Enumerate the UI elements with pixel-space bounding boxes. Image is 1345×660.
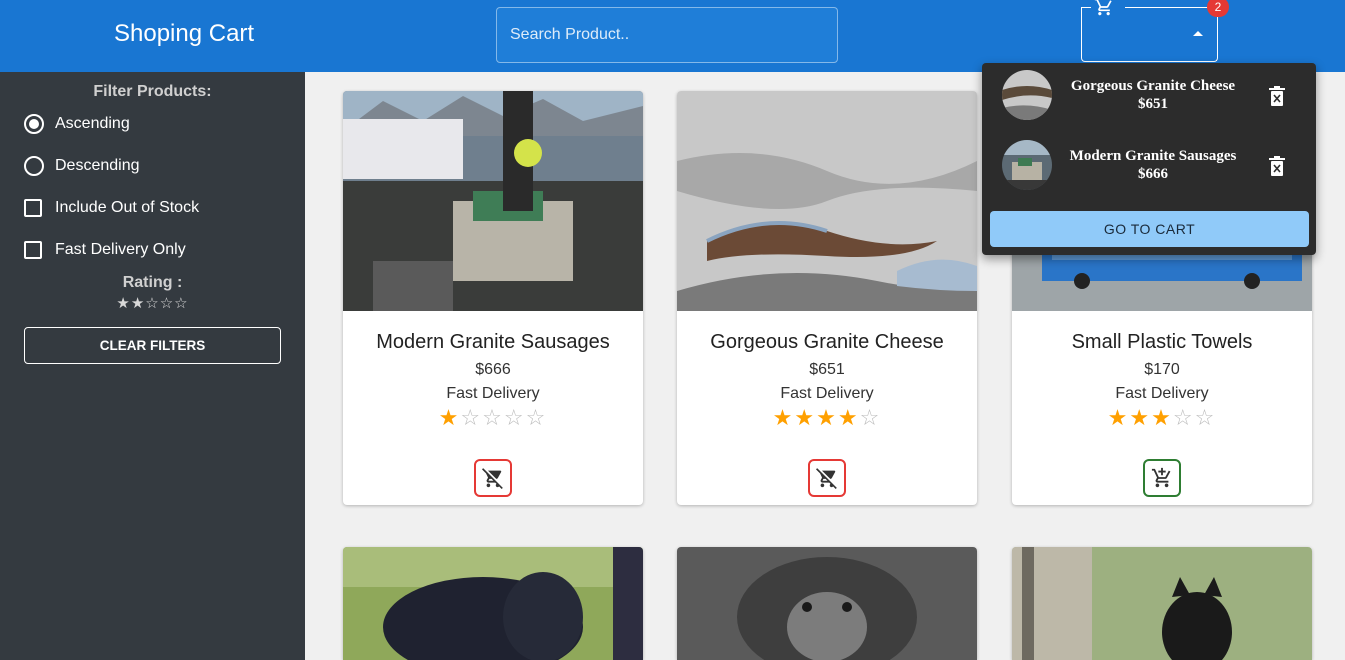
checkbox-out-of-stock[interactable] (24, 199, 42, 217)
star-empty-icon: ☆ (525, 405, 548, 430)
sort-descending-option[interactable]: Descending (24, 156, 140, 176)
product-image (343, 547, 643, 660)
star-filled-icon: ★ (816, 405, 838, 430)
product-rating: ★★★★☆ (677, 405, 977, 431)
product-card (343, 547, 643, 660)
cart-item: Gorgeous Granite Cheese $651 (982, 63, 1316, 123)
product-card (1012, 547, 1312, 660)
option-label: Include Out of Stock (55, 199, 200, 216)
add-shopping-cart-icon (1151, 467, 1171, 488)
product-delivery: Fast Delivery (446, 385, 540, 402)
app-header: Shoping Cart 2 (0, 0, 1345, 72)
shopping-cart-icon (1094, 0, 1112, 16)
cart-select-border (1081, 7, 1091, 8)
cart-item-thumbnail (1002, 140, 1052, 190)
radio-descending[interactable] (24, 156, 44, 176)
cart-item: Modern Granite Sausages $666 (982, 133, 1316, 193)
star-empty-icon: ☆ (1194, 405, 1217, 430)
radio-selected-dot (29, 119, 39, 129)
remove-from-cart-button[interactable] (474, 459, 512, 497)
search-box[interactable] (496, 7, 838, 63)
option-label: Descending (55, 157, 140, 174)
star-empty-icon[interactable]: ☆ (174, 295, 188, 312)
star-empty-icon: ☆ (460, 405, 483, 430)
product-price: $666 (475, 361, 511, 378)
star-empty-icon[interactable]: ☆ (145, 295, 159, 312)
include-out-of-stock-option[interactable]: Include Out of Stock (24, 198, 199, 218)
search-input[interactable] (497, 8, 837, 62)
product-image (677, 547, 977, 660)
star-empty-icon: ☆ (1172, 405, 1195, 430)
star-empty-icon: ☆ (482, 405, 504, 430)
rating-filter-stars[interactable]: ★★☆☆☆ (0, 294, 305, 312)
star-filled-icon: ★ (1151, 405, 1173, 430)
cart-item-thumbnail (1002, 70, 1052, 120)
filter-title: Filter Products: (93, 83, 212, 100)
star-filled-icon: ★ (837, 405, 860, 430)
star-filled-icon: ★ (794, 405, 817, 430)
clear-filters-button[interactable]: CLEAR FILTERS (24, 327, 281, 364)
cart-item-price: $651 (1138, 96, 1168, 112)
star-filled-icon: ★ (1107, 405, 1130, 430)
star-filled-icon: ★ (1129, 405, 1152, 430)
app-title[interactable]: Shoping Cart (114, 20, 254, 48)
product-rating: ★★★☆☆ (1012, 405, 1312, 431)
delete-icon[interactable] (1269, 86, 1285, 106)
cart-item-name: Modern Granite Sausages (1069, 148, 1237, 164)
remove-shopping-cart-icon (482, 468, 503, 489)
product-price: $651 (809, 361, 845, 378)
radio-ascending[interactable] (24, 114, 44, 134)
delete-icon[interactable] (1269, 156, 1285, 176)
product-card (677, 547, 977, 660)
product-name: Modern Granite Sausages (376, 331, 610, 353)
remove-shopping-cart-icon (816, 468, 837, 489)
product-image (343, 91, 643, 311)
star-filled-icon[interactable]: ★ (131, 295, 145, 312)
cart-select-border (1125, 7, 1218, 8)
go-to-cart-button[interactable]: GO TO CART (990, 211, 1309, 247)
cart-dropdown: Gorgeous Granite Cheese $651 Modern Gran… (982, 63, 1316, 255)
filter-sidebar: Filter Products: Ascending Descending In… (0, 72, 305, 660)
product-card: Modern Granite Sausages $666 Fast Delive… (343, 91, 643, 505)
add-to-cart-button[interactable] (1143, 459, 1181, 497)
product-delivery: Fast Delivery (780, 385, 874, 402)
star-empty-icon: ☆ (503, 405, 526, 430)
cart-count-badge: 2 (1207, 0, 1229, 17)
product-name: Small Plastic Towels (1071, 331, 1253, 353)
remove-from-cart-button[interactable] (808, 459, 846, 497)
cart-item-name: Gorgeous Granite Cheese (1070, 78, 1236, 94)
product-card: Gorgeous Granite Cheese $651 Fast Delive… (677, 91, 977, 505)
rating-label: Rating : (122, 274, 183, 291)
product-name: Gorgeous Granite Cheese (710, 331, 944, 353)
product-delivery: Fast Delivery (1115, 385, 1209, 402)
product-rating: ★☆☆☆☆ (343, 405, 643, 431)
star-filled-icon: ★ (772, 405, 795, 430)
product-image (1012, 547, 1312, 660)
star-filled-icon: ★ (438, 405, 461, 430)
checkbox-fast-delivery[interactable] (24, 241, 42, 259)
cart-item-price: $666 (1138, 166, 1168, 182)
product-image (677, 91, 977, 311)
star-empty-icon: ☆ (859, 405, 882, 430)
option-label: Fast Delivery Only (55, 241, 186, 258)
sort-ascending-option[interactable]: Ascending (24, 114, 130, 134)
star-empty-icon[interactable]: ☆ (160, 295, 174, 312)
dropdown-arrow-icon[interactable] (1193, 31, 1203, 36)
fast-delivery-option[interactable]: Fast Delivery Only (24, 240, 186, 260)
star-filled-icon[interactable]: ★ (116, 295, 130, 312)
product-price: $170 (1144, 361, 1180, 378)
option-label: Ascending (55, 115, 130, 132)
